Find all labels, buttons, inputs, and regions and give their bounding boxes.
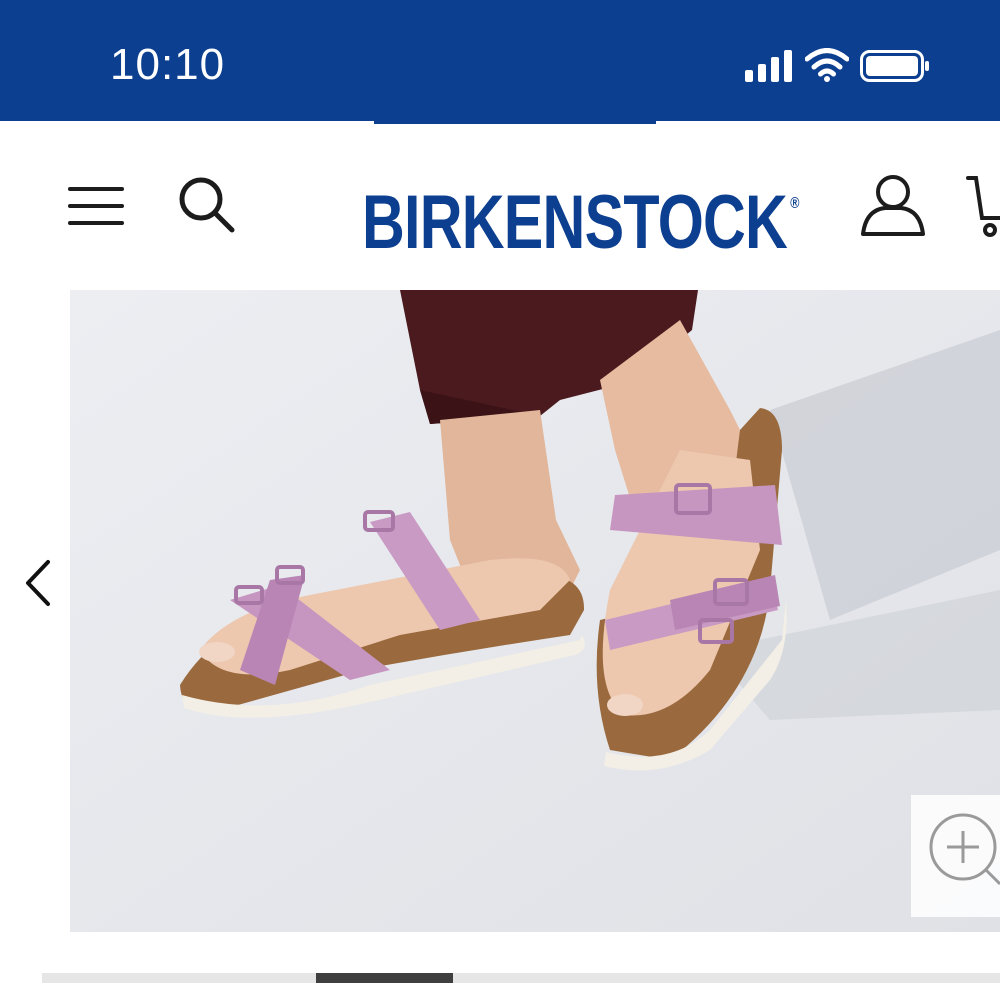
chevron-left-icon <box>26 560 50 606</box>
signal-icon <box>745 50 792 82</box>
cart-button[interactable] <box>966 168 1000 240</box>
menu-icon <box>68 187 124 225</box>
search-icon <box>179 177 235 233</box>
search-button[interactable] <box>176 174 238 236</box>
image-pager[interactable] <box>42 973 1000 983</box>
menu-button[interactable] <box>66 181 128 229</box>
wifi-icon <box>805 48 849 82</box>
registered-mark: ® <box>790 195 799 212</box>
status-time: 10:10 <box>110 40 226 89</box>
product-photo[interactable] <box>70 290 1000 932</box>
account-button[interactable] <box>858 170 928 240</box>
sandal-photo-illustration <box>70 290 1000 932</box>
product-gallery <box>0 290 1000 935</box>
account-icon <box>861 175 925 236</box>
brand-logo[interactable]: BIRKENSTOCK ® <box>362 164 799 263</box>
zoom-in-icon <box>929 813 1000 886</box>
cart-icon <box>966 176 1000 237</box>
pager-active-segment <box>315 973 453 983</box>
status-icons <box>745 46 1000 86</box>
previous-image-button[interactable] <box>22 558 56 608</box>
zoom-button[interactable] <box>911 795 1000 917</box>
battery-icon <box>860 50 929 82</box>
site-header: BIRKENSTOCK ® <box>0 124 1000 290</box>
status-bar: 10:10 <box>0 0 1000 121</box>
brand-name: BIRKENSTOCK <box>362 180 788 265</box>
